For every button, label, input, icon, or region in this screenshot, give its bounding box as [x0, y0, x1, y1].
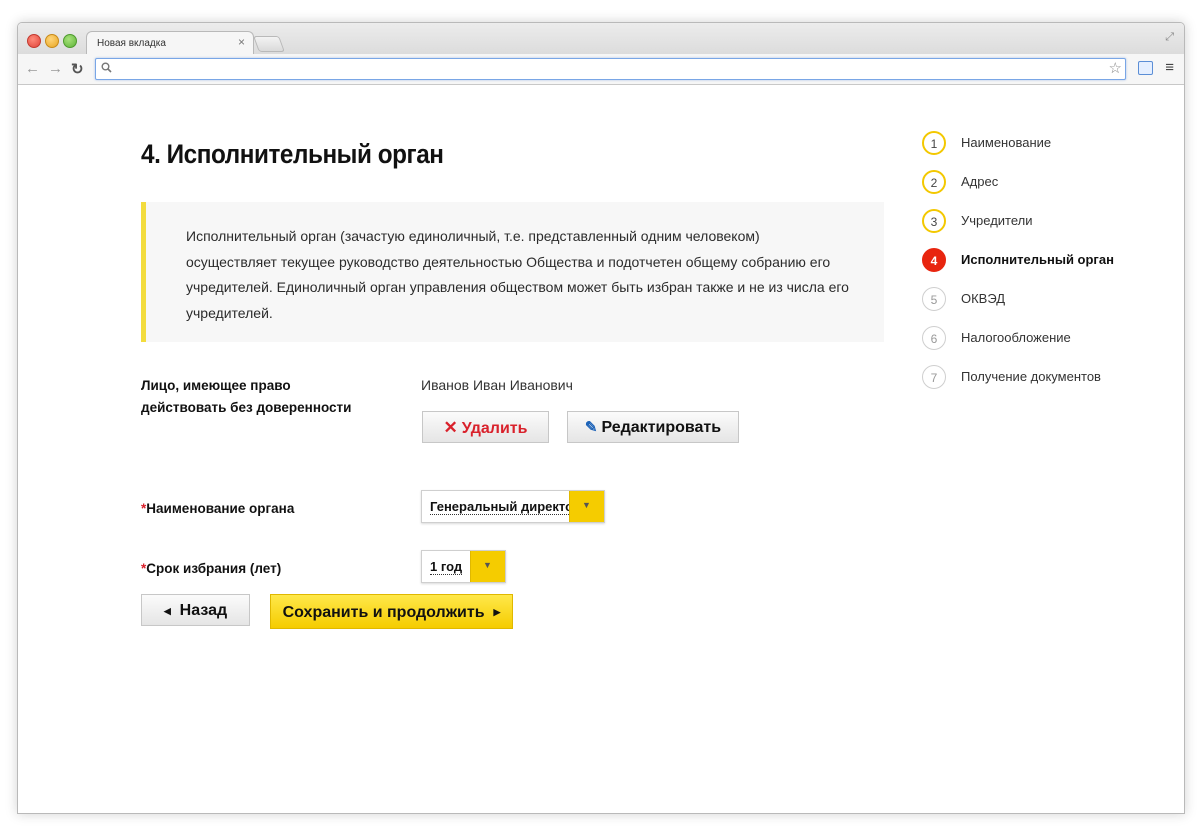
person-name: Иванов Иван Иванович: [421, 377, 573, 393]
step-number: 7: [922, 365, 946, 389]
save-label: Сохранить и продолжить: [282, 604, 485, 621]
triangle-left-icon: ◀: [163, 606, 171, 616]
step-label: Учредители: [961, 213, 1033, 228]
search-icon: [101, 62, 112, 76]
info-box: Исполнительный орган (зачастую единоличн…: [141, 202, 884, 342]
extension-icon[interactable]: [1138, 61, 1153, 75]
step-item-5[interactable]: 5 ОКВЭД: [922, 287, 1182, 317]
step-label: Наименование: [961, 135, 1052, 150]
info-text: Исполнительный орган (зачастую единоличн…: [186, 228, 849, 321]
address-bar[interactable]: ☆: [95, 58, 1126, 80]
step-item-2[interactable]: 2 Адрес: [922, 170, 1182, 200]
organ-select-value: Генеральный директор: [430, 499, 581, 515]
delete-x-icon: ✕: [443, 418, 458, 437]
save-continue-button[interactable]: Сохранить и продолжить ▶: [270, 594, 513, 629]
fullscreen-icon[interactable]: ⤢: [1165, 31, 1174, 44]
organ-select[interactable]: Генеральный директор ▼: [421, 490, 605, 523]
minimize-window-button[interactable]: [45, 34, 59, 48]
step-label: Исполнительный орган: [961, 252, 1114, 267]
term-dropdown-button[interactable]: ▼: [470, 551, 505, 582]
step-label: Адрес: [961, 174, 999, 189]
person-label: Лицо, имеющее право действовать без дове…: [141, 375, 351, 419]
step-item-3[interactable]: 3 Учредители: [922, 209, 1182, 239]
tab-title: Новая вкладка: [97, 38, 166, 49]
step-label: Налогообложение: [961, 330, 1071, 345]
edit-button[interactable]: ✎ Редактировать: [567, 411, 739, 443]
tab-close-icon[interactable]: ×: [238, 35, 245, 49]
back-arrow-icon[interactable]: ←: [25, 60, 40, 77]
step-number: 4: [922, 248, 946, 272]
step-number: 6: [922, 326, 946, 350]
step-item-6[interactable]: 6 Налогообложение: [922, 326, 1182, 356]
bookmark-star-icon[interactable]: ☆: [1109, 59, 1122, 77]
pencil-icon: ✎: [584, 419, 598, 436]
back-label: Назад: [179, 602, 228, 620]
maximize-window-button[interactable]: [63, 34, 77, 48]
term-select[interactable]: 1 год ▼: [421, 550, 506, 583]
menu-icon[interactable]: ≡: [1165, 59, 1174, 76]
step-number: 5: [922, 287, 946, 311]
step-item-4[interactable]: 4 Исполнительный орган: [922, 248, 1182, 278]
reload-icon[interactable]: ↻: [71, 60, 84, 78]
step-item-7[interactable]: 7 Получение документов: [922, 365, 1182, 395]
organ-label-text: Наименование органа: [146, 501, 295, 516]
page-title: 4. Исполнительный орган: [141, 139, 444, 169]
new-tab-button[interactable]: [253, 36, 285, 52]
step-number: 3: [922, 209, 946, 233]
term-label-text: Срок избрания (лет): [146, 561, 282, 576]
browser-window: Новая вкладка × ⤢ ← → ↻ ☆ ≡ 4. Исполните…: [17, 22, 1185, 814]
term-label: *Срок избрания (лет): [141, 558, 281, 580]
chevron-down-icon: ▼: [483, 560, 492, 570]
forward-arrow-icon[interactable]: →: [48, 60, 63, 77]
step-number: 1: [922, 131, 946, 155]
edit-label: Редактировать: [601, 419, 722, 436]
browser-tab[interactable]: Новая вкладка ×: [86, 31, 254, 56]
back-button[interactable]: ◀ Назад: [141, 594, 250, 626]
chevron-down-icon: ▼: [582, 500, 591, 510]
step-number: 2: [922, 170, 946, 194]
step-label: Получение документов: [961, 369, 1101, 384]
person-label-line2: действовать без доверенности: [141, 400, 352, 415]
page-content: 4. Исполнительный орган Исполнительный о…: [18, 85, 1184, 813]
organ-dropdown-button[interactable]: ▼: [569, 491, 604, 522]
browser-toolbar: ← → ↻ ☆ ≡: [18, 54, 1184, 85]
term-select-value: 1 год: [430, 559, 463, 575]
delete-label: Удалить: [461, 420, 528, 437]
person-label-line1: Лицо, имеющее право: [141, 378, 291, 393]
organ-label: *Наименование органа: [141, 498, 294, 520]
step-label: ОКВЭД: [961, 291, 1006, 306]
step-item-1[interactable]: 1 Наименование: [922, 131, 1182, 161]
close-window-button[interactable]: [27, 34, 41, 48]
delete-button[interactable]: ✕ Удалить: [422, 411, 549, 443]
triangle-right-icon: ▶: [493, 607, 501, 618]
title-bar: Новая вкладка × ⤢: [18, 23, 1184, 56]
